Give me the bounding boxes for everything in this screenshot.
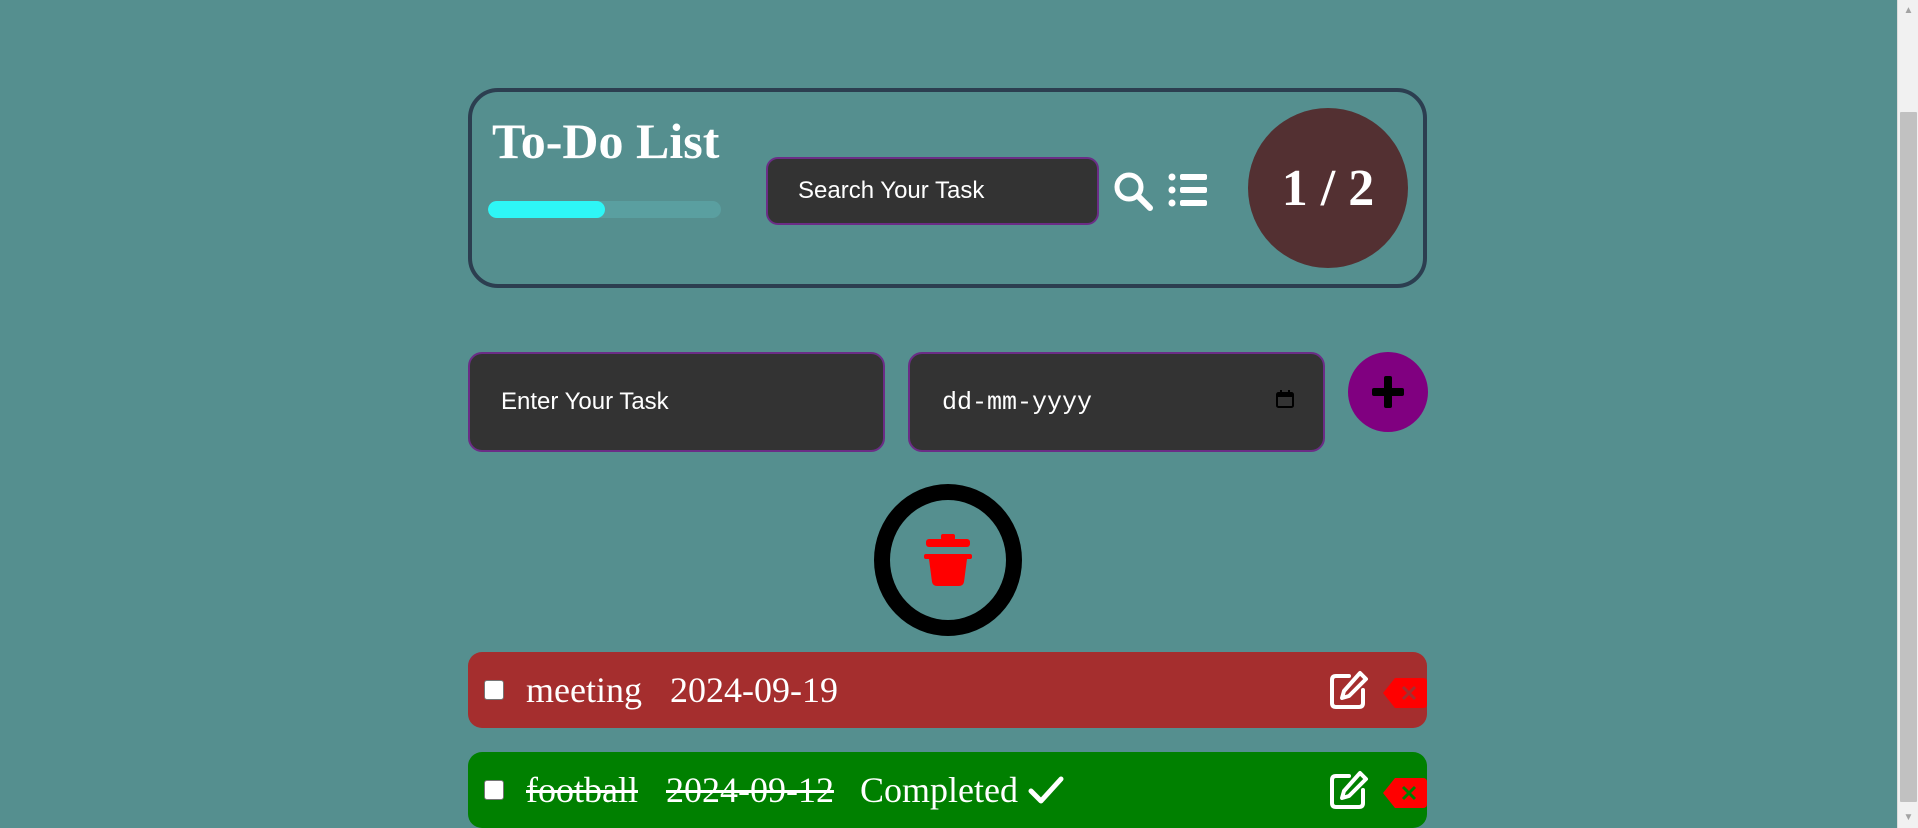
scrollbar-thumb[interactable]: [1900, 112, 1917, 802]
progress-bar: [488, 201, 721, 218]
plus-icon: [1372, 376, 1404, 408]
task-name: football: [526, 770, 638, 810]
task-row: meeting 2024-09-19: [468, 652, 1427, 728]
page-scrollbar[interactable]: ▲ ▼: [1897, 0, 1918, 828]
check-icon: [1028, 776, 1064, 804]
remove-task-icon[interactable]: [1383, 675, 1427, 708]
task-counter: 1 / 2: [1248, 108, 1408, 268]
task-counter-text: 1 / 2: [1281, 159, 1375, 217]
scroll-down-arrow[interactable]: ▼: [1898, 807, 1918, 828]
task-name: meeting: [526, 670, 642, 710]
edit-icon[interactable]: [1327, 668, 1371, 712]
edit-icon[interactable]: [1327, 768, 1371, 812]
scroll-up-arrow[interactable]: ▲: [1898, 0, 1918, 21]
search-input[interactable]: [766, 157, 1099, 225]
task-date: 2024-09-12: [665, 770, 834, 810]
task-date: 2024-09-19: [669, 670, 838, 710]
task-status-label: Completed: [859, 770, 1018, 810]
app-title: To-Do List: [492, 113, 720, 169]
task-checkbox[interactable]: [484, 680, 504, 700]
search-icon[interactable]: [1112, 170, 1154, 212]
calendar-icon[interactable]: [1275, 388, 1295, 417]
task-status: Completed: [860, 769, 1064, 811]
add-task-button[interactable]: [1348, 352, 1428, 432]
header-card: To-Do List 1 / 2: [468, 88, 1427, 288]
delete-all-button[interactable]: [874, 484, 1022, 636]
date-placeholder: dd-mm-yyyy: [942, 387, 1093, 417]
trash-icon: [924, 534, 972, 586]
task-checkbox[interactable]: [484, 780, 504, 800]
date-input[interactable]: dd-mm-yyyy: [908, 352, 1325, 452]
task-row: football 2024-09-12 Completed: [468, 752, 1427, 828]
list-icon[interactable]: [1168, 172, 1208, 208]
task-input[interactable]: [468, 352, 885, 452]
progress-fill: [488, 201, 605, 218]
remove-task-icon[interactable]: [1383, 775, 1427, 808]
